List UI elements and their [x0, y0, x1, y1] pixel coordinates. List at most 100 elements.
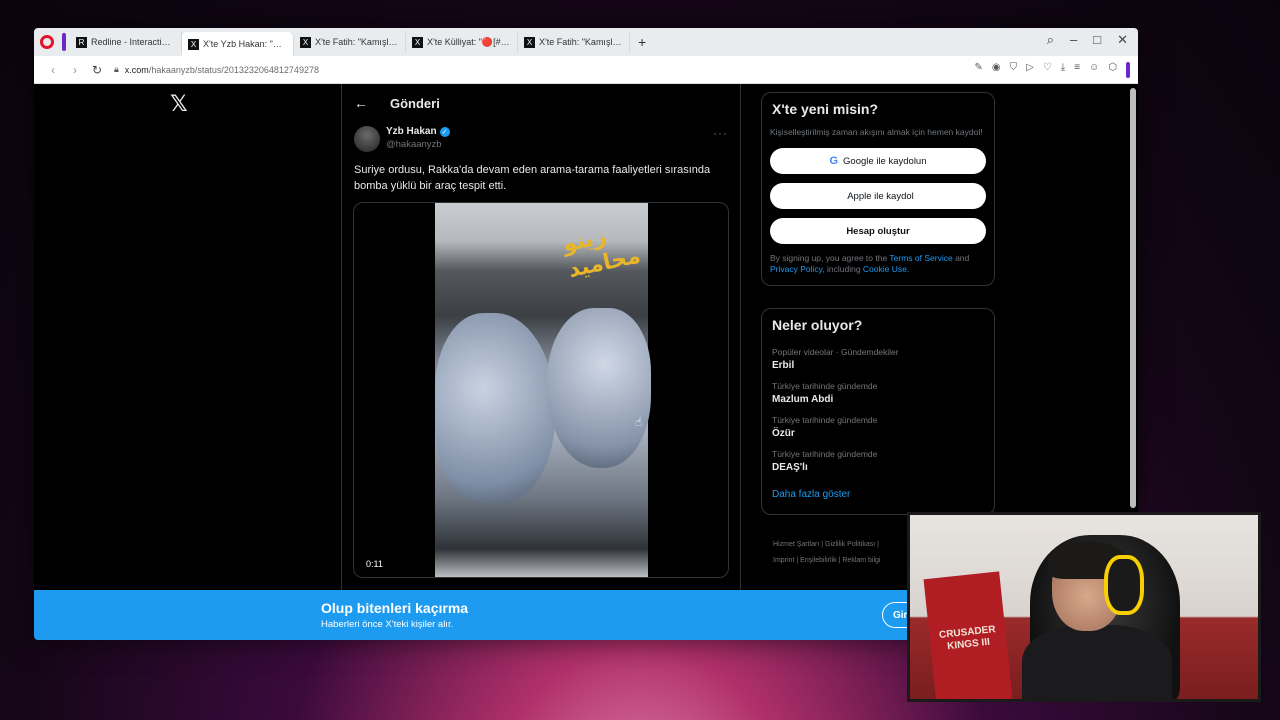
trend-item[interactable]: Popüler videolar · Gündemdekiler Erbil — [770, 343, 986, 377]
banner-flag-text: CRUSADER KINGS III — [938, 624, 997, 653]
back-icon[interactable]: ‹ — [42, 63, 64, 77]
google-icon: G — [829, 155, 839, 167]
trends-title: Neler oluyor? — [772, 317, 863, 333]
cookie-use-link[interactable]: Cookie Use. — [863, 264, 909, 274]
trend-name: Özür — [772, 428, 795, 439]
forward-icon[interactable]: › — [64, 63, 86, 77]
terms-text: By signing up, you agree to the Terms of… — [770, 253, 986, 275]
trend-meta: Türkiye tarihinde gündemde — [772, 449, 878, 459]
url-host: x.com — [124, 64, 149, 75]
redline-favicon-icon: R — [76, 36, 87, 48]
close-icon[interactable]: ✕ — [1117, 32, 1128, 48]
signup-subtitle: Kişiselleştirilmiş zaman akışını almak i… — [770, 127, 983, 137]
trend-name: Mazlum Abdi — [772, 394, 834, 405]
google-signup-label: Google ile kaydolun — [843, 155, 927, 167]
video-frame[interactable]: زينو محاميد ☝ — [435, 203, 651, 577]
extension-icon[interactable]: ⬡ — [1108, 62, 1117, 78]
camera-icon[interactable]: ◉ — [992, 62, 1001, 78]
verified-badge-icon: ✓ — [439, 126, 450, 137]
address-bar: ‹ › ↻ 🔒︎ x.com/hakaanyzb/status/20132320… — [34, 56, 1138, 84]
trends-card: Neler oluyor? Popüler videolar · Gündemd… — [761, 308, 995, 515]
profile-icon[interactable]: ☺ — [1089, 62, 1099, 78]
sidebar-accent — [62, 33, 66, 51]
author-handle[interactable]: @hakaanyzb — [386, 139, 450, 150]
crusader-kings-banner: CRUSADER KINGS III — [923, 571, 1013, 699]
apple-signup-button[interactable]: Apple ile kaydol — [770, 183, 986, 209]
video-duration: 0:11 — [366, 559, 383, 569]
tab-bar: R Redline - Interactive Strate X X'te Yz… — [34, 28, 1138, 56]
tab-kulliyat[interactable]: X X'te Külliyat: "🔴[#SONDA — [406, 31, 518, 53]
signup-card: X'te yeni misin? Kişiselleştirilmiş zama… — [761, 92, 995, 286]
tab-yzb-hakan[interactable]: X X'te Yzb Hakan: "Suriye or — [182, 32, 294, 56]
tab-label: X'te Fatih: "Kamışlı'da topl — [315, 37, 399, 47]
tab-fatih-1[interactable]: X X'te Fatih: "Kamışlı'da topl — [294, 31, 406, 53]
video-bag-left — [435, 313, 555, 503]
window-controls: ⌕ – □ ✕ — [1047, 32, 1128, 48]
trend-item[interactable]: Türkiye tarihinde gündemde Mazlum Abdi — [770, 377, 986, 411]
tab-fatih-2[interactable]: X X'te Fatih: "Kamışlı'da topl — [518, 31, 630, 53]
x-favicon-icon: X — [412, 36, 423, 48]
url-path: /hakaanyzb/status/2013232064812749278 — [148, 64, 319, 75]
x-logo-icon[interactable]: 𝕏 — [170, 92, 188, 117]
avatar[interactable] — [354, 126, 380, 152]
show-more-link[interactable]: Daha fazla göster — [770, 479, 986, 504]
video-bag-right — [547, 308, 651, 468]
signup-title: X'te yeni misin? — [772, 101, 879, 117]
trend-meta: Popüler videolar · Gündemdekiler — [772, 347, 899, 357]
toolbar-icons: ✎ ◉ ⛉ ▷ ♡ ⤓ ≡ ☺ ⬡ — [974, 62, 1130, 78]
banner-title: Olup bitenleri kaçırma — [321, 600, 469, 616]
shield-icon[interactable]: ⛉ — [1010, 62, 1018, 78]
author-name-row[interactable]: Yzb Hakan ✓ — [386, 126, 450, 137]
terms-of-service-link[interactable]: Terms of Service — [889, 253, 952, 263]
tab-redline[interactable]: R Redline - Interactive Strate — [70, 31, 182, 53]
maximize-icon[interactable]: □ — [1093, 32, 1101, 48]
more-options-icon[interactable]: ··· — [713, 126, 728, 140]
x-favicon-icon: X — [524, 36, 535, 48]
x-favicon-icon: X — [188, 38, 199, 50]
terms-including: , including — [822, 264, 863, 274]
post-column: ← Gönderi Yzb Hakan ✓ @hakaanyzb ··· Sur… — [341, 84, 741, 640]
banner-subtitle: Haberleri önce X'teki kişiler alır. — [321, 619, 454, 630]
lock-icon[interactable]: 🔒︎ — [114, 64, 119, 75]
apple-signup-label: Apple ile kaydol — [847, 190, 914, 202]
menu-icon[interactable]: ≡ — [1074, 62, 1080, 78]
tab-label: Redline - Interactive Strate — [91, 37, 175, 47]
mouse-cursor-icon: ☝ — [635, 415, 643, 429]
streamer — [1022, 541, 1172, 699]
reload-icon[interactable]: ↻ — [86, 63, 108, 77]
video-player[interactable]: زينو محاميد ☝ 0:11 — [353, 202, 729, 578]
new-tab-button[interactable]: + — [638, 34, 646, 50]
google-signup-button[interactable]: G Google ile kaydolun — [770, 148, 986, 174]
play-icon[interactable]: ▷ — [1026, 62, 1034, 78]
post-author: Yzb Hakan ✓ @hakaanyzb ··· — [342, 122, 740, 156]
video-watermark: زينو محاميد — [560, 223, 643, 283]
sidebar-accent-right — [1126, 62, 1130, 78]
page-scrollbar[interactable] — [1130, 88, 1136, 508]
streamer-body — [1022, 625, 1172, 699]
page-title: Gönderi — [390, 95, 440, 111]
search-tabs-icon[interactable]: ⌕ — [1047, 32, 1054, 48]
privacy-policy-link[interactable]: Privacy Policy — [770, 264, 822, 274]
trend-meta: Türkiye tarihinde gündemde — [772, 381, 878, 391]
download-icon[interactable]: ⤓ — [1061, 62, 1065, 78]
edit-icon[interactable]: ✎ — [974, 62, 982, 78]
trend-item[interactable]: Türkiye tarihinde gündemde Özür — [770, 411, 986, 445]
headset-icon — [1104, 555, 1144, 615]
heart-icon[interactable]: ♡ — [1043, 62, 1052, 78]
create-account-label: Hesap oluştur — [846, 225, 910, 237]
right-sidebar: X'te yeni misin? Kişiselleştirilmiş zama… — [761, 92, 995, 569]
x-favicon-icon: X — [300, 36, 311, 48]
trend-meta: Türkiye tarihinde gündemde — [772, 415, 878, 425]
back-arrow-icon[interactable]: ← — [354, 95, 390, 111]
trend-name: DEAŞ'lı — [772, 462, 808, 473]
post-header: ← Gönderi — [342, 84, 740, 122]
tab-label: X'te Yzb Hakan: "Suriye or — [203, 39, 287, 49]
terms-prefix: By signing up, you agree to the — [770, 253, 890, 263]
create-account-button[interactable]: Hesap oluştur — [770, 218, 986, 244]
opera-logo-icon[interactable] — [40, 35, 54, 49]
url-field[interactable]: x.com/hakaanyzb/status/20132320648127492… — [125, 65, 319, 75]
minimize-icon[interactable]: – — [1070, 32, 1077, 48]
trend-name: Erbil — [772, 360, 795, 371]
author-name[interactable]: Yzb Hakan — [386, 126, 437, 137]
trend-item[interactable]: Türkiye tarihinde gündemde DEAŞ'lı — [770, 445, 986, 479]
